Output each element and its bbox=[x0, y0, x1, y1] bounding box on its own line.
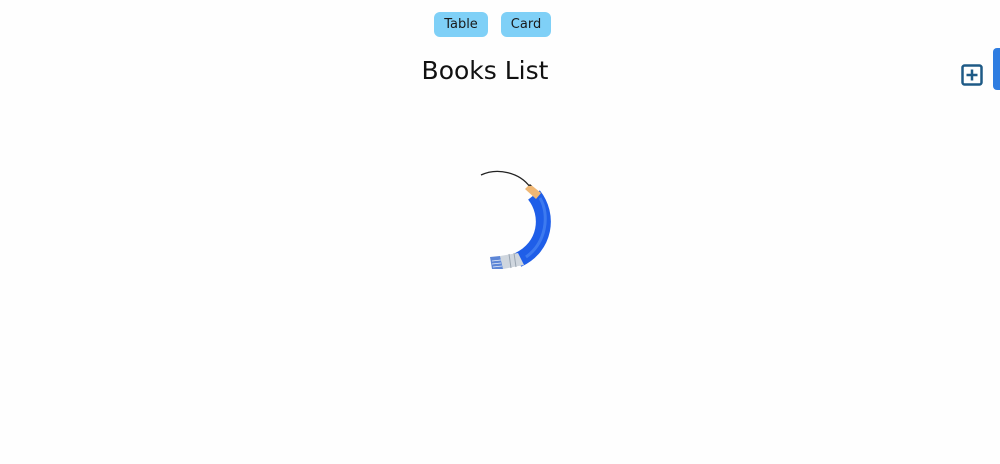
page-title: Books List bbox=[421, 56, 549, 85]
books-page: Table Card Books List bbox=[0, 0, 1000, 464]
pencil-loader-icon bbox=[480, 170, 551, 269]
view-toggle: Table Card bbox=[0, 12, 1000, 37]
table-view-button[interactable]: Table bbox=[434, 12, 488, 37]
add-book-button[interactable] bbox=[961, 64, 983, 86]
side-panel-tab[interactable] bbox=[993, 48, 1000, 90]
loading-indicator bbox=[470, 165, 560, 275]
add-square-icon bbox=[961, 64, 983, 86]
card-view-button[interactable]: Card bbox=[501, 12, 551, 37]
